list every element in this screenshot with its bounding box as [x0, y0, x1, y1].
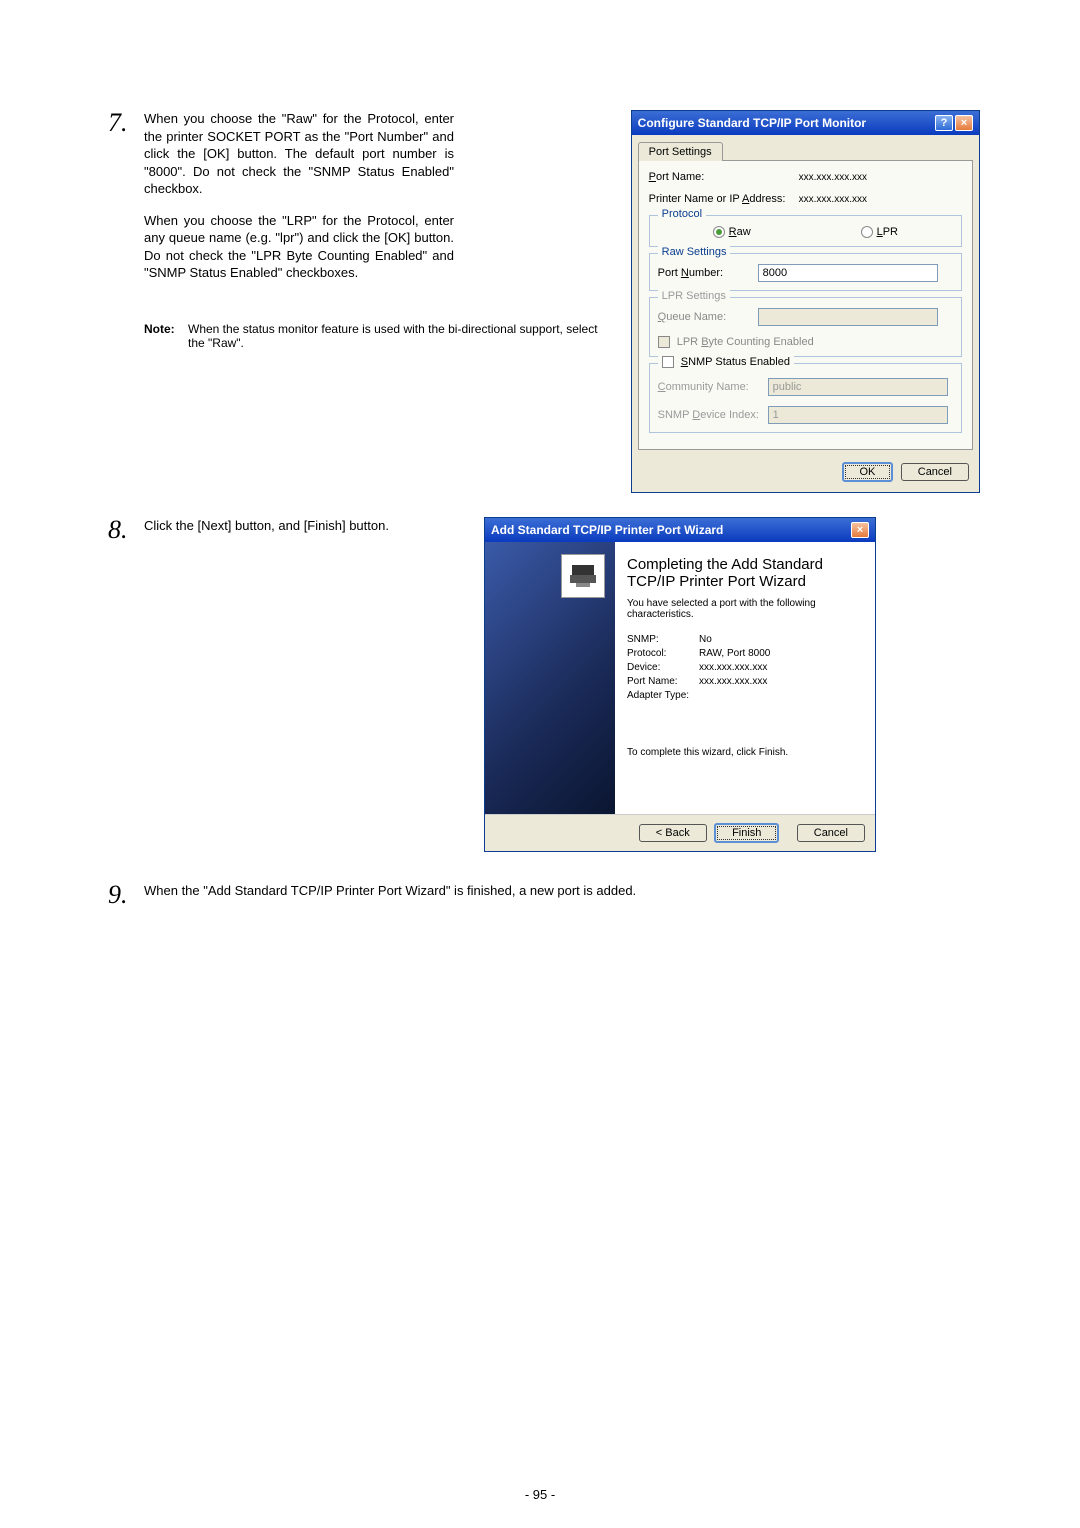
cancel-button[interactable]: Cancel — [901, 463, 969, 481]
step-number-8: 8. — [108, 517, 144, 852]
dialog2-title: Add Standard TCP/IP Printer Port Wizard — [491, 523, 723, 537]
port-name-label: Port Name: — [649, 171, 799, 183]
community-label: Community Name: — [658, 381, 768, 393]
printer-ip-label: Printer Name or IP Address: — [649, 193, 799, 205]
kv-portname-k: Port Name: — [627, 676, 699, 687]
close-icon[interactable]: × — [851, 522, 869, 538]
finish-button[interactable]: Finish — [714, 823, 779, 843]
port-number-input[interactable] — [758, 264, 938, 282]
port-name-value: xxx.xxx.xxx.xxx — [799, 172, 962, 183]
step8-text: Click the [Next] button, and [Finish] bu… — [144, 517, 454, 852]
kv-portname-v: xxx.xxx.xxx.xxx — [699, 676, 767, 687]
raw-settings-group: Raw Settings Port Number: — [649, 253, 962, 291]
kv-proto-k: Protocol: — [627, 648, 699, 659]
raw-group-title: Raw Settings — [658, 246, 731, 258]
snmp-checkbox[interactable] — [662, 356, 674, 368]
checkbox-icon — [658, 336, 670, 348]
kv-device-v: xxx.xxx.xxx.xxx — [699, 662, 767, 673]
kv-adapter-k: Adapter Type: — [627, 690, 699, 701]
step7-para2: When you choose the "LRP" for the Protoc… — [144, 212, 454, 282]
radio-icon — [861, 226, 873, 238]
wizard-complete-text: To complete this wizard, click Finish. — [627, 747, 863, 758]
printer-ip-value: xxx.xxx.xxx.xxx — [799, 194, 962, 205]
kv-snmp-k: SNMP: — [627, 634, 699, 645]
queue-name-input — [758, 308, 938, 326]
lpr-group-title: LPR Settings — [658, 290, 730, 302]
wizard-heading: Completing the Add Standard TCP/IP Print… — [627, 556, 863, 590]
kv-proto-v: RAW, Port 8000 — [699, 648, 770, 659]
community-input — [768, 378, 948, 396]
tab-port-settings[interactable]: Port Settings — [638, 142, 723, 161]
step-number-9: 9. — [108, 882, 144, 908]
kv-snmp-v: No — [699, 634, 712, 645]
protocol-group: Protocol Raw LPR — [649, 215, 962, 247]
lpr-settings-group: LPR Settings Queue Name: LPR Byte Counti… — [649, 297, 962, 357]
add-port-wizard-dialog: Add Standard TCP/IP Printer Port Wizard … — [484, 517, 876, 852]
protocol-lpr-radio[interactable]: LPR — [861, 226, 898, 238]
wizard-subheading: You have selected a port with the follow… — [627, 598, 863, 620]
snmp-group: SNMP Status Enabled Community Name: SNMP… — [649, 363, 962, 433]
note-label: Note: — [144, 322, 184, 350]
device-index-input — [768, 406, 948, 424]
port-number-label: Port Number: — [658, 267, 758, 279]
radio-icon — [713, 226, 725, 238]
kv-device-k: Device: — [627, 662, 699, 673]
close-icon[interactable]: × — [955, 115, 973, 131]
wizard-sidebar-image — [485, 542, 615, 814]
help-icon[interactable]: ? — [935, 115, 953, 131]
page-number: - 95 - — [0, 1487, 1080, 1502]
step7-para1: When you choose the "Raw" for the Protoc… — [144, 110, 454, 198]
device-index-label: SNMP Device Index: — [658, 409, 768, 421]
step9-text: When the "Add Standard TCP/IP Printer Po… — [144, 882, 636, 908]
note-body: When the status monitor feature is used … — [184, 322, 601, 350]
queue-name-label: Queue Name: — [658, 311, 758, 323]
ok-button[interactable]: OK — [842, 462, 894, 482]
step-number-7: 7. — [108, 110, 144, 493]
configure-port-dialog: Configure Standard TCP/IP Port Monitor ?… — [631, 110, 980, 493]
printer-icon — [561, 554, 605, 598]
snmp-label: SNMP Status Enabled — [681, 356, 790, 368]
protocol-raw-radio[interactable]: Raw — [713, 226, 751, 238]
lpr-byte-checkbox: LPR Byte Counting Enabled — [658, 336, 953, 348]
cancel-button[interactable]: Cancel — [797, 824, 865, 842]
dialog1-title: Configure Standard TCP/IP Port Monitor — [638, 116, 866, 130]
back-button[interactable]: < Back — [639, 824, 707, 842]
protocol-group-title: Protocol — [658, 208, 706, 220]
